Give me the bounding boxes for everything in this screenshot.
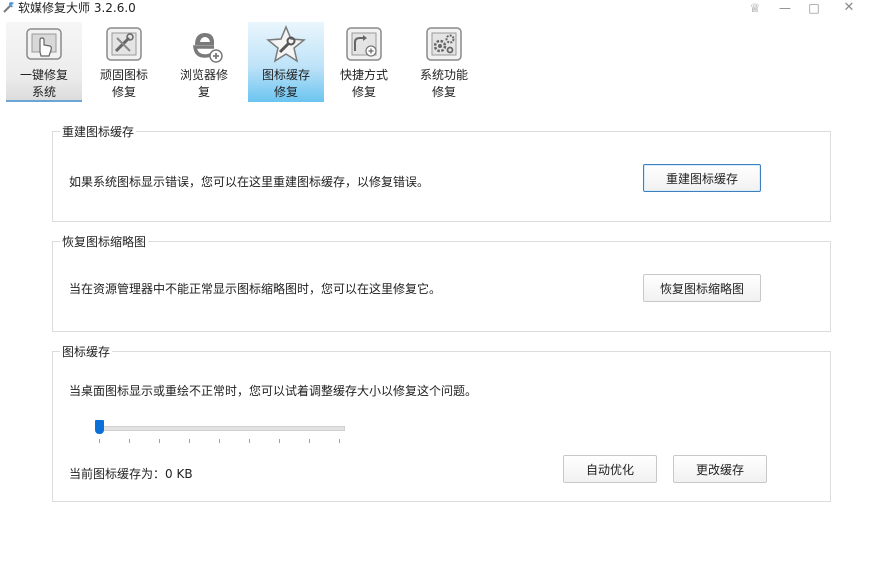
slider-tick: [249, 439, 250, 443]
auto-optimize-button[interactable]: 自动优化: [563, 455, 657, 483]
minimize-button[interactable]: —: [776, 1, 794, 15]
cache-size-slider[interactable]: [95, 418, 347, 448]
slider-tick: [309, 439, 310, 443]
slider-tick: [159, 439, 160, 443]
rebuild-cache-group: 重建图标缓存 如果系统图标显示错误，您可以在这里重建图标缓存，以修复错误。 重建…: [52, 123, 831, 222]
tab-label-line2: 系统: [31, 85, 56, 99]
slider-tick: [339, 439, 340, 443]
tab-shortcut-repair[interactable]: 快捷方式 修复: [326, 22, 402, 102]
restore-thumbnail-button[interactable]: 恢复图标缩略图: [643, 274, 761, 302]
skin-button[interactable]: ♕: [746, 1, 764, 15]
slider-thumb[interactable]: [95, 420, 104, 434]
tab-label-line2: 修复: [273, 85, 298, 99]
tab-label-line1: 快捷方式: [339, 68, 388, 82]
tab-label-line1: 一键修复: [19, 68, 68, 82]
slider-tick: [279, 439, 280, 443]
tab-stubborn-icon-repair[interactable]: 顽固图标 修复: [86, 22, 162, 102]
rebuild-cache-description: 如果系统图标显示错误，您可以在这里重建图标缓存，以修复错误。: [69, 175, 430, 189]
tab-label-line2: 修复: [351, 85, 376, 99]
title-bar: 软媒修复大师 3.2.6.0 ♕ — □ ✕: [0, 0, 869, 18]
monitor-icon: [26, 28, 62, 60]
change-cache-button[interactable]: 更改缓存: [673, 455, 767, 483]
shortcut-icon: [346, 27, 382, 61]
cache-size-label: 当前图标缓存为：0 KB: [69, 467, 193, 481]
rebuild-cache-button[interactable]: 重建图标缓存: [643, 164, 761, 192]
tab-browser-repair[interactable]: 浏览器修 复: [166, 22, 242, 102]
restore-thumbnail-title: 恢复图标缩略图: [60, 233, 149, 250]
tools-icon: [106, 27, 142, 61]
slider-tick: [189, 439, 190, 443]
slider-tick: [219, 439, 220, 443]
rebuild-cache-title: 重建图标缓存: [60, 123, 137, 140]
gears-icon: [426, 27, 462, 61]
slider-tick: [99, 439, 100, 443]
restore-thumbnail-description: 当在资源管理器中不能正常显示图标缩略图时，您可以在这里修复它。: [69, 282, 442, 296]
icon-cache-title: 图标缓存: [60, 343, 113, 360]
restore-thumbnail-group: 恢复图标缩略图 当在资源管理器中不能正常显示图标缩略图时，您可以在这里修复它。 …: [52, 233, 831, 332]
tab-label-line1: 系统功能: [419, 68, 468, 82]
icon-cache-group: 图标缓存 当桌面图标显示或重绘不正常时，您可以试着调整缓存大小以修复这个问题。 …: [52, 343, 831, 502]
close-button[interactable]: ✕: [840, 1, 858, 15]
tab-label-line2: 修复: [111, 85, 136, 99]
app-logo-icon: [3, 2, 14, 13]
tab-label-line2: 复: [197, 85, 210, 99]
tab-one-click-repair[interactable]: 一键修复 系统: [6, 22, 82, 102]
tab-label-line1: 顽固图标: [99, 68, 148, 82]
maximize-button[interactable]: □: [805, 1, 823, 15]
tab-label-line1: 浏览器修: [179, 68, 228, 82]
app-title: 软媒修复大师 3.2.6.0: [18, 1, 136, 15]
slider-track: [97, 426, 345, 431]
star-wrench-icon: [266, 25, 306, 63]
slider-tick: [129, 439, 130, 443]
tab-icon-cache-repair[interactable]: 图标缓存 修复: [248, 22, 324, 102]
tab-label-line1: 图标缓存: [261, 68, 310, 82]
toolbar: 一键修复 系统 顽固图标 修复 浏览器修 复 图标缓存 修复 快捷方式 修复 系…: [6, 22, 486, 102]
browser-icon: [193, 33, 223, 63]
tab-label-line2: 修复: [431, 85, 456, 99]
icon-cache-description: 当桌面图标显示或重绘不正常时，您可以试着调整缓存大小以修复这个问题。: [69, 384, 478, 398]
tab-system-function-repair[interactable]: 系统功能 修复: [406, 22, 482, 102]
